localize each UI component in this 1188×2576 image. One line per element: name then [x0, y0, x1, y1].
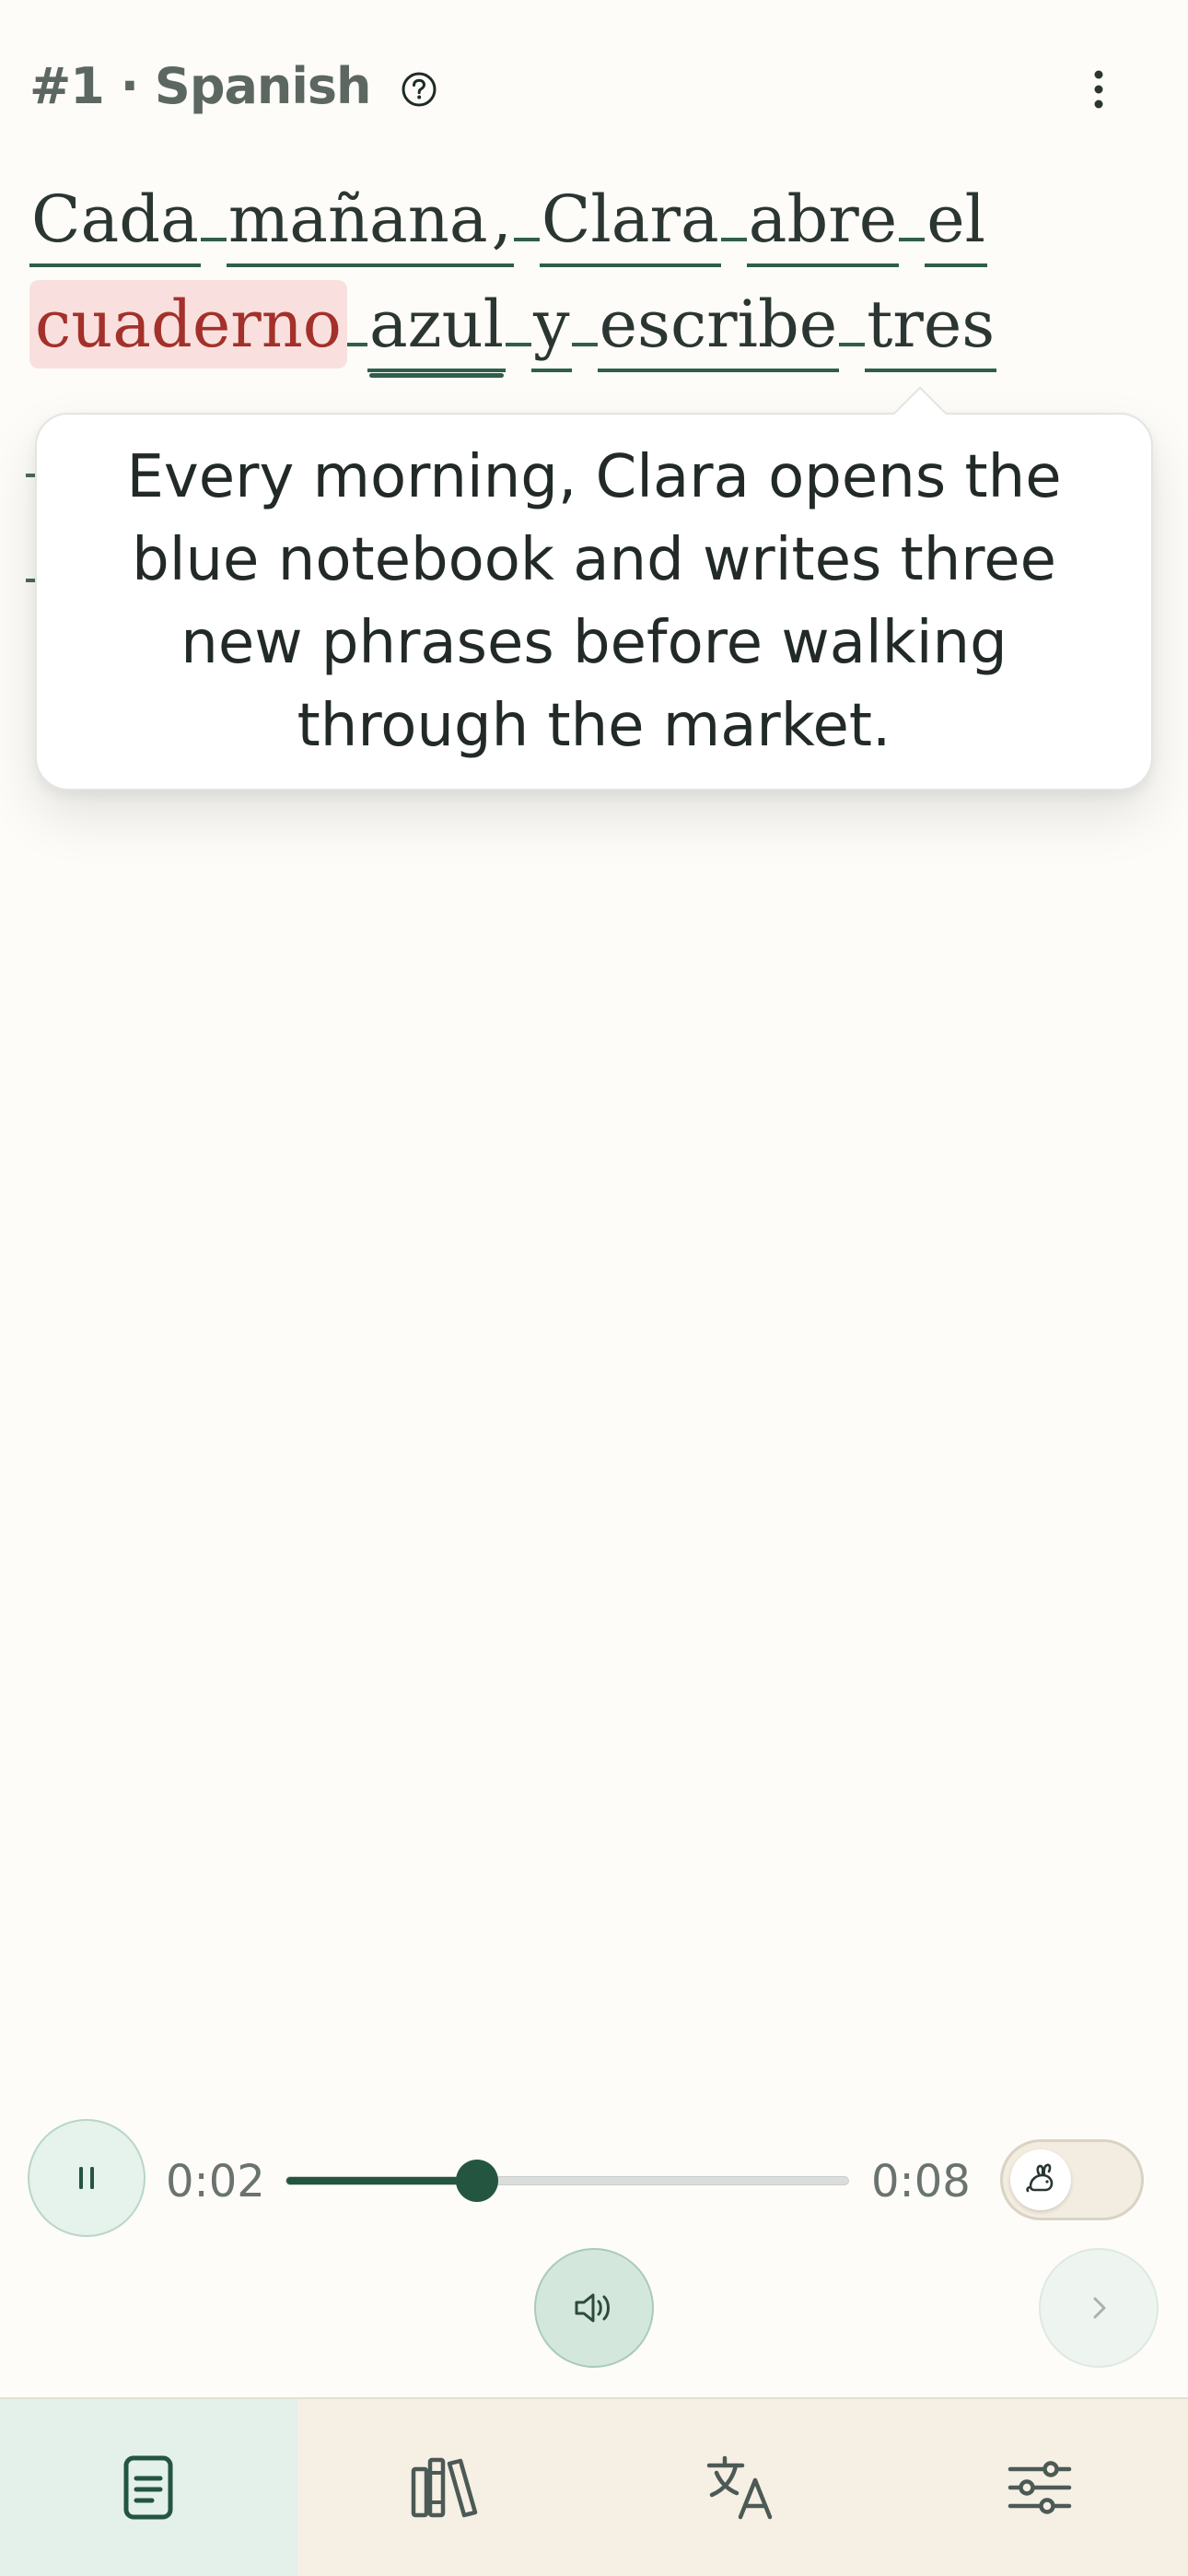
reading-line: Cada mañana, Clara abre el [29, 175, 988, 275]
more-menu-button[interactable] [1076, 64, 1122, 114]
volume-button[interactable] [534, 2248, 654, 2368]
translation-popover: Every morning, Clara opens the blue note… [35, 386, 1153, 790]
word-punctuation: , [489, 175, 514, 267]
word-gap [839, 343, 866, 346]
word[interactable]: tres [865, 280, 997, 372]
volume-icon [575, 2293, 610, 2323]
speed-toggle[interactable] [1000, 2139, 1144, 2220]
word-gap [346, 343, 367, 346]
nav-item-reader[interactable] [0, 2399, 297, 2576]
progress-slider[interactable] [285, 2160, 849, 2202]
word-gap [720, 238, 747, 241]
document-icon [123, 2455, 173, 2520]
books-icon [411, 2457, 477, 2518]
next-button[interactable] [1039, 2248, 1159, 2368]
current-time: 0:02 [166, 2156, 265, 2207]
total-time: 0:08 [871, 2156, 971, 2207]
bottom-nav [0, 2397, 1188, 2576]
active-word[interactable]: cuaderno [29, 280, 347, 369]
question-circle-icon [402, 72, 437, 107]
speed-knob [1010, 2149, 1071, 2210]
nav-item-library[interactable] [297, 2399, 595, 2576]
word[interactable]: azul [367, 280, 507, 378]
hidden-line-marker [26, 474, 35, 477]
sliders-icon [1007, 2461, 1071, 2514]
nav-item-translate[interactable] [594, 2399, 891, 2576]
hidden-line-marker [26, 579, 35, 582]
word-gap [200, 238, 227, 241]
chevron-right-icon [1093, 2297, 1106, 2319]
popover-arrow [892, 386, 948, 441]
word[interactable]: mañana [226, 175, 490, 267]
lesson-title: #1 · Spanish [29, 57, 371, 115]
translate-icon [707, 2455, 773, 2520]
rabbit-icon [1026, 2163, 1054, 2193]
word-gap [571, 343, 598, 346]
word-gap [506, 343, 532, 346]
progress-fill [286, 2177, 478, 2184]
word[interactable]: abre [746, 175, 900, 267]
word[interactable]: y [531, 280, 572, 372]
help-button[interactable] [400, 70, 438, 109]
pause-button[interactable] [28, 2119, 146, 2237]
header: #1 · Spanish [0, 0, 1188, 184]
word[interactable]: escribe [597, 280, 840, 372]
reading-line: cuaderno azul y escribe tres [29, 280, 997, 380]
translation-text: Every morning, Clara opens the blue note… [126, 443, 1062, 760]
progress-thumb[interactable] [456, 2160, 499, 2202]
more-vertical-icon [1094, 70, 1103, 109]
audio-player: 0:02 0:08 [0, 2119, 1188, 2241]
word[interactable]: Cada [29, 175, 201, 267]
word-gap [513, 238, 540, 241]
word[interactable]: Clara [539, 175, 721, 267]
word[interactable]: el [925, 175, 988, 267]
word-gap [899, 238, 926, 241]
nav-item-settings[interactable] [891, 2399, 1188, 2576]
pause-icon [79, 2167, 94, 2189]
